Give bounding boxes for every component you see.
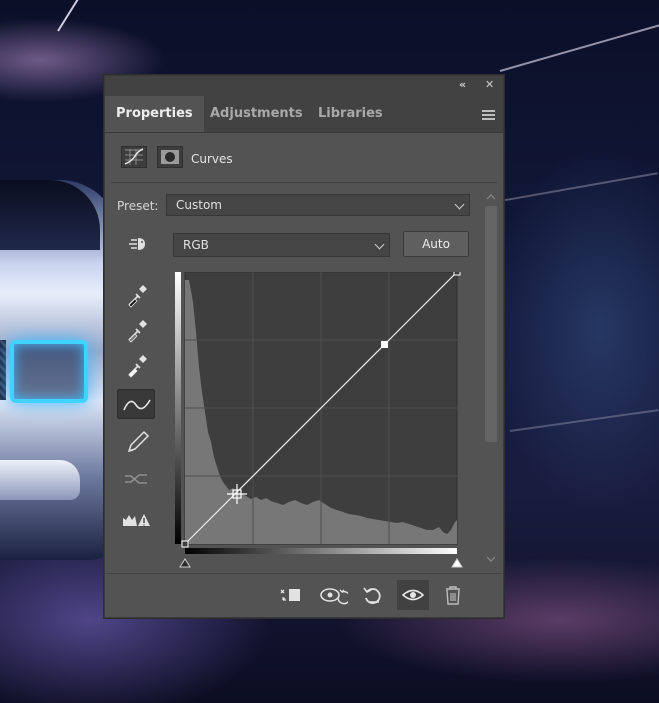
- input-gradient-bar: [185, 548, 457, 554]
- on-image-adjust-icon[interactable]: [117, 230, 155, 260]
- visibility-eye-icon[interactable]: [397, 580, 429, 610]
- curve-control-point[interactable]: [453, 268, 461, 276]
- panel-titlebar[interactable]: « ✕: [105, 76, 503, 96]
- clipping-warning-icon[interactable]: [117, 504, 155, 534]
- light-streak: [509, 409, 659, 432]
- light-streak: [57, 0, 96, 32]
- chevron-down-icon: [374, 239, 385, 250]
- adjustment-title: Curves: [191, 152, 233, 166]
- curve-control-point[interactable]: [381, 341, 388, 348]
- scroll-up-icon[interactable]: [486, 194, 496, 200]
- chevron-down-icon: [454, 199, 465, 210]
- black-input-slider[interactable]: [179, 558, 191, 568]
- white-input-slider[interactable]: [451, 558, 463, 568]
- curve-control-point[interactable]: [181, 540, 189, 548]
- panel-footer: [105, 573, 503, 618]
- black-point-eyedropper-icon[interactable]: [117, 279, 155, 309]
- light-streak: [499, 23, 659, 72]
- view-previous-state-icon[interactable]: [316, 580, 351, 610]
- white-point-eyedropper-icon[interactable]: [117, 349, 155, 379]
- scroll-down-icon[interactable]: [486, 556, 496, 562]
- close-icon[interactable]: ✕: [485, 78, 494, 91]
- preset-select[interactable]: Custom: [166, 194, 470, 216]
- layer-mask-icon[interactable]: [157, 146, 183, 168]
- panel-menu-icon[interactable]: [482, 110, 495, 120]
- trash-icon[interactable]: [437, 580, 469, 610]
- tab-libraries[interactable]: Libraries: [307, 96, 394, 132]
- curve-points-icon[interactable]: [117, 389, 155, 419]
- tab-properties[interactable]: Properties: [105, 96, 204, 132]
- properties-panel: « ✕ Properties Adjustments Libraries Cur…: [104, 75, 504, 618]
- channel-value: RGB: [183, 238, 209, 252]
- auto-button[interactable]: Auto: [403, 231, 469, 257]
- collapse-icon[interactable]: «: [459, 78, 466, 91]
- channel-select[interactable]: RGB: [173, 233, 390, 257]
- output-gradient-bar: [175, 272, 181, 544]
- gray-point-eyedropper-icon[interactable]: [117, 314, 155, 344]
- preset-value: Custom: [176, 198, 222, 212]
- divider: [111, 182, 497, 183]
- preset-label: Preset:: [117, 199, 159, 213]
- pencil-icon[interactable]: [117, 427, 155, 457]
- curves-adjustment-icon: [121, 146, 147, 168]
- scrollbar-thumb[interactable]: [485, 206, 497, 442]
- curves-graph[interactable]: [171, 268, 467, 572]
- panel-tabs: Properties Adjustments Libraries: [105, 96, 503, 133]
- light-streak: [499, 172, 658, 202]
- clip-to-layer-icon[interactable]: [275, 580, 307, 610]
- reset-icon[interactable]: [357, 580, 389, 610]
- tab-adjustments[interactable]: Adjustments: [199, 96, 314, 132]
- smooth-curve-icon[interactable]: [117, 464, 155, 494]
